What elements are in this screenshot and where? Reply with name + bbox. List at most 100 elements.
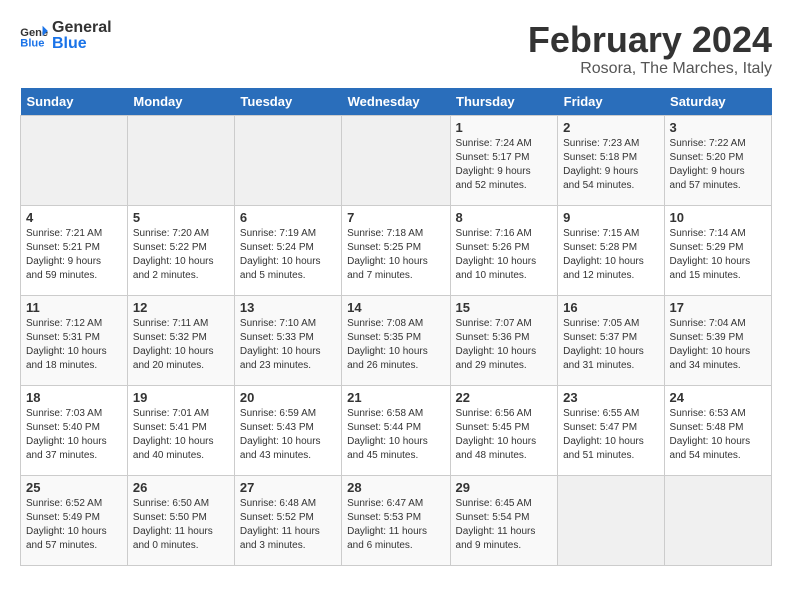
day-info: Sunrise: 7:24 AM Sunset: 5:17 PM Dayligh… xyxy=(456,137,553,193)
day-number: 22 xyxy=(456,390,553,405)
day-number: 19 xyxy=(133,390,229,405)
calendar-cell: 23 Sunrise: 6:55 AM Sunset: 5:47 PM Dayli… xyxy=(558,385,664,475)
day-number: 23 xyxy=(563,390,658,405)
calendar-cell xyxy=(558,475,664,565)
calendar-week-row: 11 Sunrise: 7:12 AM Sunset: 5:31 PM Dayli… xyxy=(21,295,772,385)
day-info: Sunrise: 6:52 AM Sunset: 5:49 PM Dayligh… xyxy=(26,497,122,553)
day-number: 28 xyxy=(347,480,444,495)
day-info: Sunrise: 6:48 AM Sunset: 5:52 PM Dayligh… xyxy=(240,497,336,553)
day-info: Sunrise: 7:15 AM Sunset: 5:28 PM Dayligh… xyxy=(563,227,658,283)
calendar-cell: 11 Sunrise: 7:12 AM Sunset: 5:31 PM Dayli… xyxy=(21,295,128,385)
calendar-cell: 24Sunrise: 6:53 AM Sunset: 5:48 PM Dayli… xyxy=(664,385,771,475)
day-number: 17 xyxy=(670,300,766,315)
calendar-title: February 2024 xyxy=(528,20,772,60)
day-number: 15 xyxy=(456,300,553,315)
day-info: Sunrise: 7:21 AM Sunset: 5:21 PM Dayligh… xyxy=(26,227,122,283)
weekday-header-saturday: Saturday xyxy=(664,88,771,116)
day-number: 2 xyxy=(563,120,658,135)
day-info: Sunrise: 6:53 AM Sunset: 5:48 PM Dayligh… xyxy=(670,407,766,463)
calendar-cell: 19 Sunrise: 7:01 AM Sunset: 5:41 PM Dayli… xyxy=(127,385,234,475)
calendar-subtitle: Rosora, The Marches, Italy xyxy=(528,60,772,78)
calendar-cell: 14 Sunrise: 7:08 AM Sunset: 5:35 PM Dayli… xyxy=(342,295,450,385)
calendar-cell: 6 Sunrise: 7:19 AM Sunset: 5:24 PM Daylig… xyxy=(234,205,341,295)
logo-text-general: General xyxy=(52,20,112,36)
calendar-cell: 9 Sunrise: 7:15 AM Sunset: 5:28 PM Daylig… xyxy=(558,205,664,295)
day-number: 9 xyxy=(563,210,658,225)
calendar-cell: 7Sunrise: 7:18 AM Sunset: 5:25 PM Daylig… xyxy=(342,205,450,295)
calendar-cell xyxy=(21,115,128,205)
day-info: Sunrise: 6:47 AM Sunset: 5:53 PM Dayligh… xyxy=(347,497,444,553)
calendar-cell: 20 Sunrise: 6:59 AM Sunset: 5:43 PM Dayli… xyxy=(234,385,341,475)
calendar-cell: 4Sunrise: 7:21 AM Sunset: 5:21 PM Daylig… xyxy=(21,205,128,295)
day-info: Sunrise: 7:11 AM Sunset: 5:32 PM Dayligh… xyxy=(133,317,229,373)
calendar-cell: 28 Sunrise: 6:47 AM Sunset: 5:53 PM Dayli… xyxy=(342,475,450,565)
day-number: 10 xyxy=(670,210,766,225)
calendar-cell: 13Sunrise: 7:10 AM Sunset: 5:33 PM Dayli… xyxy=(234,295,341,385)
day-info: Sunrise: 7:08 AM Sunset: 5:35 PM Dayligh… xyxy=(347,317,444,373)
calendar-cell: 12 Sunrise: 7:11 AM Sunset: 5:32 PM Dayli… xyxy=(127,295,234,385)
weekday-header-thursday: Thursday xyxy=(450,88,558,116)
day-number: 20 xyxy=(240,390,336,405)
calendar-table: SundayMondayTuesdayWednesdayThursdayFrid… xyxy=(20,88,772,566)
day-info: Sunrise: 6:45 AM Sunset: 5:54 PM Dayligh… xyxy=(456,497,553,553)
calendar-cell xyxy=(664,475,771,565)
day-number: 8 xyxy=(456,210,553,225)
day-number: 16 xyxy=(563,300,658,315)
calendar-cell xyxy=(342,115,450,205)
calendar-week-row: 25 Sunrise: 6:52 AM Sunset: 5:49 PM Dayli… xyxy=(21,475,772,565)
calendar-cell: 16Sunrise: 7:05 AM Sunset: 5:37 PM Dayli… xyxy=(558,295,664,385)
calendar-week-row: 4Sunrise: 7:21 AM Sunset: 5:21 PM Daylig… xyxy=(21,205,772,295)
day-info: Sunrise: 6:56 AM Sunset: 5:45 PM Dayligh… xyxy=(456,407,553,463)
day-info: Sunrise: 6:58 AM Sunset: 5:44 PM Dayligh… xyxy=(347,407,444,463)
calendar-cell: 3Sunrise: 7:22 AM Sunset: 5:20 PM Daylig… xyxy=(664,115,771,205)
day-info: Sunrise: 7:03 AM Sunset: 5:40 PM Dayligh… xyxy=(26,407,122,463)
day-number: 18 xyxy=(26,390,122,405)
day-number: 1 xyxy=(456,120,553,135)
day-number: 5 xyxy=(133,210,229,225)
day-number: 6 xyxy=(240,210,336,225)
day-info: Sunrise: 6:55 AM Sunset: 5:47 PM Dayligh… xyxy=(563,407,658,463)
svg-text:Blue: Blue xyxy=(20,37,44,48)
day-number: 12 xyxy=(133,300,229,315)
day-info: Sunrise: 7:23 AM Sunset: 5:18 PM Dayligh… xyxy=(563,137,658,193)
calendar-cell: 1 Sunrise: 7:24 AM Sunset: 5:17 PM Daylig… xyxy=(450,115,558,205)
calendar-week-row: 18 Sunrise: 7:03 AM Sunset: 5:40 PM Dayli… xyxy=(21,385,772,475)
day-number: 11 xyxy=(26,300,122,315)
logo: General Blue General Blue xyxy=(20,20,112,52)
calendar-cell xyxy=(127,115,234,205)
day-info: Sunrise: 6:59 AM Sunset: 5:43 PM Dayligh… xyxy=(240,407,336,463)
weekday-header-sunday: Sunday xyxy=(21,88,128,116)
day-info: Sunrise: 7:01 AM Sunset: 5:41 PM Dayligh… xyxy=(133,407,229,463)
day-number: 25 xyxy=(26,480,122,495)
calendar-cell: 22 Sunrise: 6:56 AM Sunset: 5:45 PM Dayli… xyxy=(450,385,558,475)
day-info: Sunrise: 7:18 AM Sunset: 5:25 PM Dayligh… xyxy=(347,227,444,283)
title-area: February 2024 Rosora, The Marches, Italy xyxy=(528,20,772,78)
calendar-cell: 27 Sunrise: 6:48 AM Sunset: 5:52 PM Dayli… xyxy=(234,475,341,565)
weekday-header-wednesday: Wednesday xyxy=(342,88,450,116)
calendar-cell: 29 Sunrise: 6:45 AM Sunset: 5:54 PM Dayli… xyxy=(450,475,558,565)
day-info: Sunrise: 7:04 AM Sunset: 5:39 PM Dayligh… xyxy=(670,317,766,373)
day-info: Sunrise: 6:50 AM Sunset: 5:50 PM Dayligh… xyxy=(133,497,229,553)
day-number: 27 xyxy=(240,480,336,495)
page-header: General Blue General Blue February 2024 … xyxy=(20,20,772,78)
calendar-cell: 15 Sunrise: 7:07 AM Sunset: 5:36 PM Dayli… xyxy=(450,295,558,385)
day-info: Sunrise: 7:07 AM Sunset: 5:36 PM Dayligh… xyxy=(456,317,553,373)
calendar-cell: 10 Sunrise: 7:14 AM Sunset: 5:29 PM Dayli… xyxy=(664,205,771,295)
day-number: 26 xyxy=(133,480,229,495)
calendar-cell: 21Sunrise: 6:58 AM Sunset: 5:44 PM Dayli… xyxy=(342,385,450,475)
calendar-cell: 26 Sunrise: 6:50 AM Sunset: 5:50 PM Dayli… xyxy=(127,475,234,565)
day-number: 14 xyxy=(347,300,444,315)
day-number: 29 xyxy=(456,480,553,495)
day-info: Sunrise: 7:19 AM Sunset: 5:24 PM Dayligh… xyxy=(240,227,336,283)
calendar-cell: 18 Sunrise: 7:03 AM Sunset: 5:40 PM Dayli… xyxy=(21,385,128,475)
day-info: Sunrise: 7:16 AM Sunset: 5:26 PM Dayligh… xyxy=(456,227,553,283)
day-info: Sunrise: 7:10 AM Sunset: 5:33 PM Dayligh… xyxy=(240,317,336,373)
calendar-cell xyxy=(234,115,341,205)
day-info: Sunrise: 7:12 AM Sunset: 5:31 PM Dayligh… xyxy=(26,317,122,373)
day-info: Sunrise: 7:14 AM Sunset: 5:29 PM Dayligh… xyxy=(670,227,766,283)
calendar-cell: 2 Sunrise: 7:23 AM Sunset: 5:18 PM Daylig… xyxy=(558,115,664,205)
calendar-cell: 8 Sunrise: 7:16 AM Sunset: 5:26 PM Daylig… xyxy=(450,205,558,295)
weekday-header-monday: Monday xyxy=(127,88,234,116)
weekday-header-tuesday: Tuesday xyxy=(234,88,341,116)
calendar-cell: 5Sunrise: 7:20 AM Sunset: 5:22 PM Daylig… xyxy=(127,205,234,295)
